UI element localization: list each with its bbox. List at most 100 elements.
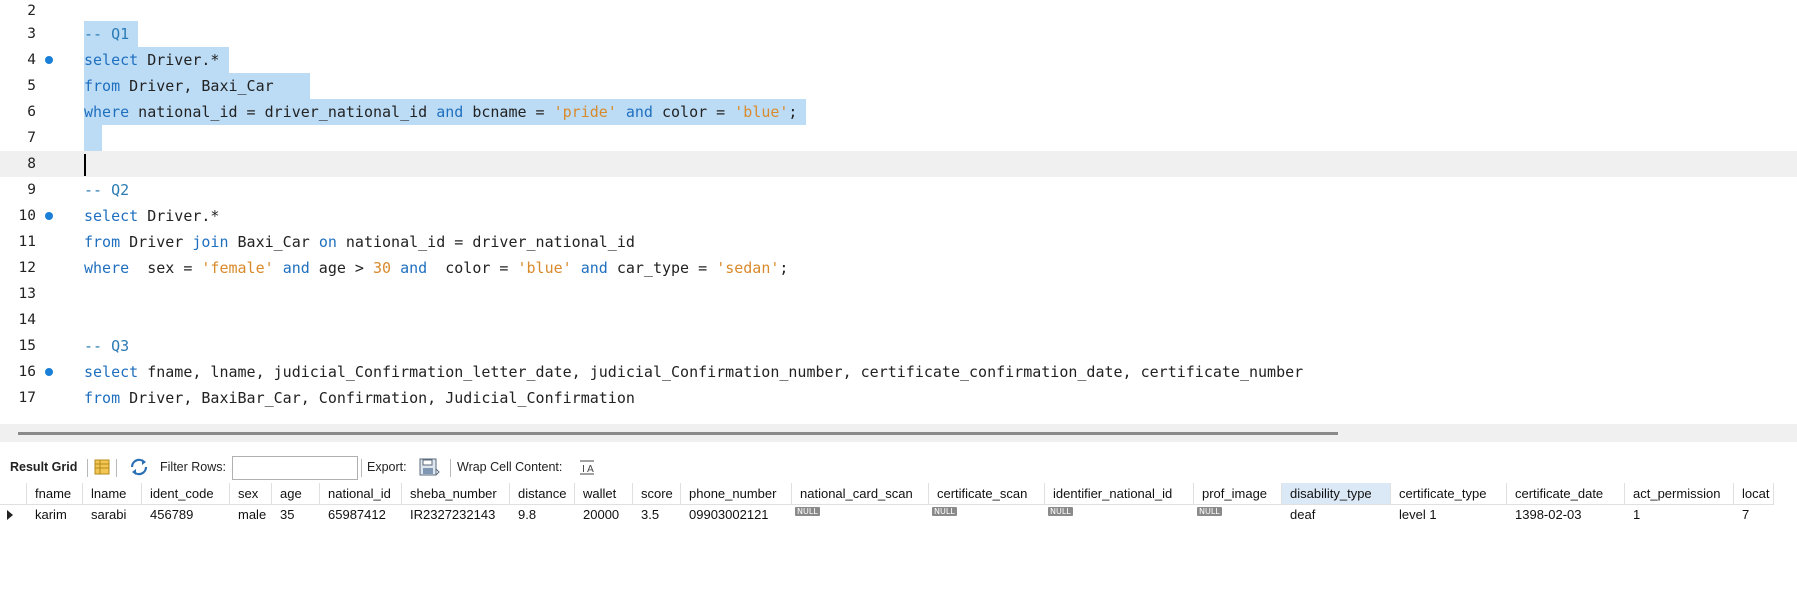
column-header-fname[interactable]: fname (27, 483, 83, 505)
grid-cell-score[interactable]: 3.5 (633, 505, 681, 525)
line-number: 8 (27, 156, 36, 172)
text-caret (84, 154, 86, 176)
editor-line: 13 (0, 281, 1797, 307)
sql-selection-tail (84, 125, 103, 151)
editor-horizontal-scrollbar[interactable] (0, 424, 1797, 442)
line-number: 3 (27, 26, 36, 42)
grid-cell-national-card-scan[interactable]: NULL (792, 505, 929, 525)
sql-comment: -- Q1 (84, 21, 139, 47)
toolbar-divider (361, 459, 362, 477)
column-header-locat[interactable]: locat (1734, 483, 1774, 505)
grid-cell-age[interactable]: 35 (272, 505, 320, 525)
line-number: 15 (18, 338, 36, 354)
line-number: 9 (27, 182, 36, 198)
column-header-certificate-type[interactable]: certificate_type (1391, 483, 1507, 505)
editor-line: 6 where national_id = driver_national_id… (0, 99, 1797, 125)
line-number: 4 (27, 52, 36, 68)
grid-cell-national-id[interactable]: 65987412 (320, 505, 402, 525)
line-number: 7 (27, 130, 36, 146)
grid-cell-prof-image[interactable]: NULL (1194, 505, 1282, 525)
svg-text:I: I (582, 464, 585, 475)
statement-marker-dot (45, 212, 53, 220)
line-number: 14 (18, 312, 36, 328)
sql-code: from Driver, BaxiBar_Car, Confirmation, … (84, 389, 635, 407)
line-number: 10 (18, 208, 36, 224)
column-header-phone-number[interactable]: phone_number (681, 483, 792, 505)
filter-rows-input[interactable] (232, 456, 358, 480)
grid-cell-phone-number[interactable]: 09903002121 (681, 505, 792, 525)
statement-marker-dot (45, 56, 53, 64)
scrollbar-thumb[interactable] (18, 432, 1338, 435)
line-number: 5 (27, 78, 36, 94)
line-number: 12 (18, 260, 36, 276)
column-header-certificate-scan[interactable]: certificate_scan (929, 483, 1045, 505)
result-toolbar: Result Grid Filter Rows: Export: Wrap Ce… (0, 453, 1797, 481)
line-number: 6 (27, 104, 36, 120)
refresh-icon[interactable] (129, 458, 149, 479)
statement-marker-dot (45, 368, 53, 376)
editor-line: 9 -- Q2 (0, 177, 1797, 203)
null-badge: NULL (932, 507, 957, 516)
editor-line: 3 -- Q1 (0, 21, 1797, 47)
null-badge: NULL (1048, 507, 1073, 516)
sql-code: from Driver, Baxi_Car (84, 73, 310, 99)
grid-cell-certificate-scan[interactable]: NULL (929, 505, 1045, 525)
sql-code: select fname, lname, judicial_Confirmati… (84, 363, 1304, 381)
grid-cell-act-permission[interactable]: 1 (1625, 505, 1734, 525)
filter-rows-label: Filter Rows: (160, 460, 226, 474)
column-header-act-permission[interactable]: act_permission (1625, 483, 1734, 505)
column-header-lname[interactable]: lname (83, 483, 142, 505)
grid-cell-sheba-number[interactable]: IR2327232143 (402, 505, 510, 525)
grid-view-icon[interactable] (94, 459, 110, 478)
editor-line: 4 select Driver.* (0, 47, 1797, 73)
grid-cell-ident-code[interactable]: 456789 (142, 505, 230, 525)
editor-line: 11 from Driver join Baxi_Car on national… (0, 229, 1797, 255)
editor-line: 17 from Driver, BaxiBar_Car, Confirmatio… (0, 385, 1797, 411)
result-grid[interactable]: fname karim lname sarabi ident_code 456789 sex… (0, 483, 1797, 523)
column-header-sheba-number[interactable]: sheba_number (402, 483, 510, 505)
grid-cell-distance[interactable]: 9.8 (510, 505, 575, 525)
column-header-national-card-scan[interactable]: national_card_scan (792, 483, 929, 505)
editor-line: 10 select Driver.* (0, 203, 1797, 229)
grid-cell-sex[interactable]: male (230, 505, 272, 525)
result-grid-tab[interactable]: Result Grid (10, 453, 77, 481)
column-header-certificate-date[interactable]: certificate_date (1507, 483, 1625, 505)
line-number: 17 (18, 390, 36, 406)
column-header-disability-type[interactable]: disability_type (1282, 483, 1391, 505)
column-header-identifier-national-id[interactable]: identifier_national_id (1045, 483, 1194, 505)
null-badge: NULL (1197, 507, 1222, 516)
grid-cell-wallet[interactable]: 20000 (575, 505, 633, 525)
column-header-score[interactable]: score (633, 483, 681, 505)
sql-editor[interactable]: 2 3 -- Q1 4 select Driver.* 5 from Drive… (0, 0, 1797, 424)
wrap-text-icon[interactable]: IA (579, 459, 595, 478)
column-header-age[interactable]: age (272, 483, 320, 505)
toolbar-divider (450, 459, 451, 477)
column-header-national-id[interactable]: national_id (320, 483, 402, 505)
sql-code: select Driver.* (84, 207, 220, 225)
grid-cell-certificate-date[interactable]: 1398-02-03 (1507, 505, 1625, 525)
editor-line: 15 -- Q3 (0, 333, 1797, 359)
column-header-distance[interactable]: distance (510, 483, 575, 505)
sql-comment: -- Q2 (84, 181, 130, 199)
line-number: 16 (18, 364, 36, 380)
grid-cell-fname[interactable]: karim (27, 505, 83, 525)
grid-cell-locat[interactable]: 7 (1734, 505, 1774, 525)
toolbar-divider (87, 459, 88, 477)
editor-line: 5 from Driver, Baxi_Car (0, 73, 1797, 99)
column-header-ident-code[interactable]: ident_code (142, 483, 230, 505)
grid-cell-disability-type[interactable]: deaf (1282, 505, 1391, 525)
grid-cell-identifier-national-id[interactable]: NULL (1045, 505, 1194, 525)
column-header-prof-image[interactable]: prof_image (1194, 483, 1282, 505)
toolbar-divider (116, 459, 117, 477)
current-row-indicator[interactable] (0, 505, 26, 525)
line-number: 11 (18, 234, 36, 250)
sql-code: from Driver join Baxi_Car on national_id… (84, 233, 635, 251)
column-header-wallet[interactable]: wallet (575, 483, 633, 505)
column-header-sex[interactable]: sex (230, 483, 272, 505)
grid-cell-lname[interactable]: sarabi (83, 505, 142, 525)
svg-text:A: A (587, 464, 594, 475)
line-number: 13 (18, 286, 36, 302)
wrap-cell-content-label: Wrap Cell Content: (457, 460, 563, 474)
export-save-icon[interactable] (418, 457, 440, 480)
grid-cell-certificate-type[interactable]: level 1 (1391, 505, 1507, 525)
